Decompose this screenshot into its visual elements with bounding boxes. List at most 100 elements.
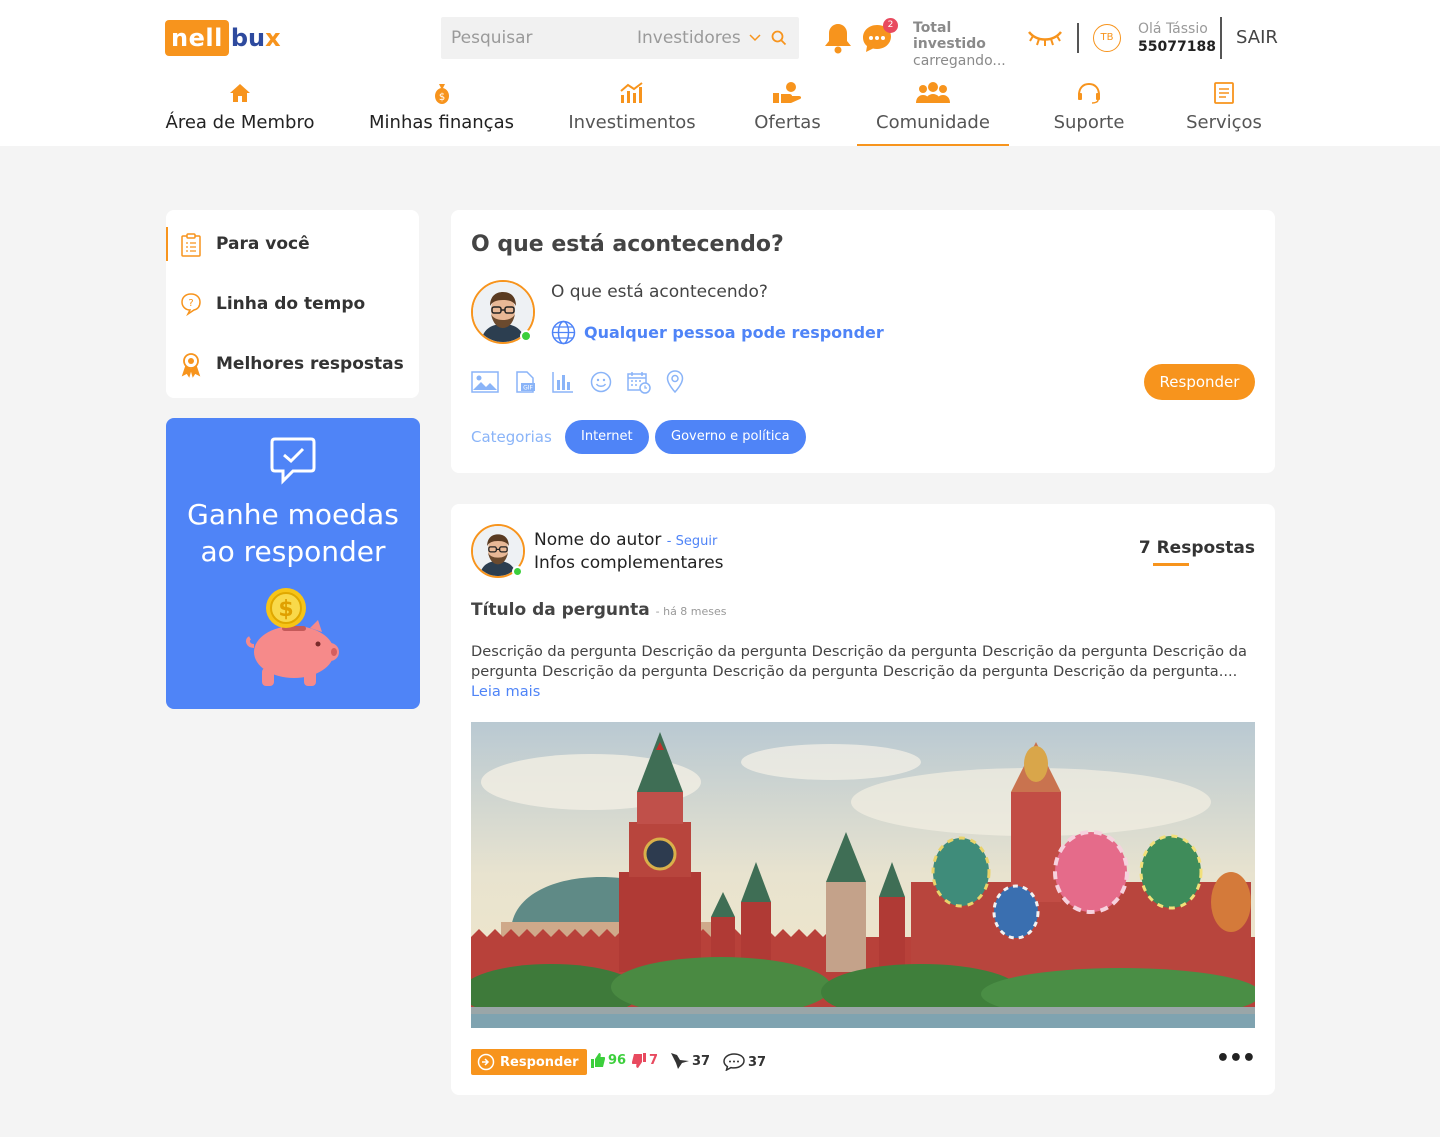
svg-text:$: $	[278, 597, 293, 622]
user-greeting: Olá Tássio	[1138, 21, 1208, 37]
share-button[interactable]: 37	[671, 1053, 710, 1069]
nav-item-minhas-financas[interactable]: $ Minhas finanças	[364, 78, 519, 146]
hide-balance-icon[interactable]	[1027, 28, 1063, 52]
question-title[interactable]: Título da pergunta	[471, 600, 650, 620]
sidebar-item-para-voce[interactable]: Para você	[166, 227, 419, 261]
messages-button[interactable]: 2	[861, 18, 898, 58]
answers-count[interactable]: 7 Respostas	[1139, 538, 1255, 558]
nellbux-logo[interactable]: nell bu x	[165, 20, 281, 56]
thumbs-down-icon	[632, 1053, 646, 1068]
post-image[interactable]	[471, 722, 1255, 1028]
shares-count: 37	[692, 1053, 711, 1069]
read-more-link[interactable]: Leia mais	[471, 683, 540, 700]
comments-count: 37	[748, 1054, 767, 1070]
question-time: - há 8 meses	[655, 605, 727, 618]
thumbs-up-icon	[591, 1053, 605, 1068]
emoji-icon[interactable]	[590, 371, 612, 393]
sidebar-item-melhores-respostas[interactable]: Melhores respostas	[166, 347, 419, 381]
nav-item-area-de-membro[interactable]: Área de Membro	[165, 78, 315, 146]
promo-card[interactable]: Ganhe moedas ao responder $	[166, 418, 420, 709]
image-icon[interactable]	[471, 370, 499, 394]
invested-title: Total investido	[913, 20, 986, 52]
home-icon	[230, 84, 250, 102]
top-header: nell bu x Investidores 2 Total investido…	[0, 0, 1440, 146]
invested-summary: Total investido carregando...	[913, 20, 1023, 69]
logout-button[interactable]: SAIR	[1236, 27, 1278, 48]
answer-button[interactable]: Responder	[471, 1049, 587, 1075]
main-nav: Área de Membro $ Minhas finanças Investi…	[165, 78, 1275, 146]
piggy-bank-coin-icon: $	[245, 588, 339, 686]
reply-scope-label: Qualquer pessoa pode responder	[584, 323, 884, 342]
answers-underline	[1153, 563, 1189, 566]
nav-item-investimentos[interactable]: Investimentos	[565, 78, 699, 146]
chart-growth-icon	[620, 82, 643, 103]
search-icon[interactable]	[771, 30, 787, 46]
sidebar-item-linha-do-tempo[interactable]: ? Linha do tempo	[166, 287, 419, 321]
community-icon	[916, 82, 950, 103]
bell-icon[interactable]	[823, 22, 853, 58]
user-id: 55077188	[1138, 39, 1216, 55]
nav-item-ofertas[interactable]: Ofertas	[745, 78, 830, 146]
location-icon[interactable]	[666, 370, 684, 394]
nav-item-label: Investimentos	[568, 112, 696, 133]
header-divider	[1077, 23, 1079, 53]
author-info: Infos complementares	[534, 553, 724, 573]
nav-item-suporte[interactable]: Suporte	[1047, 78, 1131, 146]
logo-text: bu	[230, 24, 266, 52]
nav-item-servicos[interactable]: Serviços	[1181, 78, 1267, 146]
chat-check-icon	[270, 437, 316, 485]
promo-title: Ganhe moedas ao responder	[166, 496, 420, 570]
dislike-button[interactable]: 7	[632, 1053, 658, 1068]
gif-icon[interactable]: GIF	[514, 370, 536, 394]
author-line: Nome do autor - Seguir	[534, 530, 717, 550]
sidebar-item-label: Para você	[216, 234, 310, 254]
sidebar-item-label: Melhores respostas	[216, 354, 404, 374]
search-filter-label: Investidores	[637, 28, 741, 48]
nav-item-comunidade[interactable]: Comunidade	[857, 78, 1009, 146]
question-description: Descrição da pergunta Descrição da pergu…	[471, 642, 1255, 702]
sidebar-menu: Para você ? Linha do tempo Melhores resp…	[166, 210, 419, 398]
search-bar: Investidores	[441, 17, 799, 59]
nav-item-label: Suporte	[1053, 112, 1125, 133]
comments-button[interactable]: 37	[723, 1053, 766, 1071]
follow-link[interactable]: - Seguir	[667, 534, 718, 549]
poll-icon[interactable]	[551, 370, 575, 394]
reply-scope-selector[interactable]: Qualquer pessoa pode responder	[551, 320, 884, 345]
search-input[interactable]	[441, 28, 621, 48]
answer-button-label: Responder	[500, 1054, 579, 1070]
submit-reply-button[interactable]: Responder	[1144, 364, 1255, 400]
question-description-text: Descrição da pergunta Descrição da pergu…	[471, 643, 1247, 680]
categories-label: Categorias	[471, 428, 552, 446]
post-composer: O que está acontecendo? O que está acont…	[451, 210, 1275, 473]
logo-x: x	[265, 24, 281, 52]
svg-text:?: ?	[188, 298, 193, 309]
svg-text:$: $	[438, 92, 444, 103]
promo-line-2: ao responder	[200, 535, 386, 568]
user-avatar[interactable]: TB	[1093, 24, 1121, 52]
invested-value: carregando...	[913, 53, 1006, 69]
composer-title: O que está acontecendo?	[471, 232, 784, 257]
search-filter-dropdown[interactable]: Investidores	[637, 28, 761, 48]
promo-line-1: Ganhe moedas	[187, 498, 399, 531]
clipboard-icon	[181, 233, 201, 257]
schedule-icon[interactable]	[627, 370, 651, 394]
more-options-icon[interactable]: •••	[1216, 1048, 1256, 1070]
hand-coin-icon	[772, 82, 801, 103]
logo-mark: nell	[165, 20, 229, 56]
online-status-dot	[512, 566, 523, 577]
chevron-down-icon	[749, 34, 761, 42]
question-title-line: Título da pergunta - há 8 meses	[471, 600, 727, 620]
question-bubble-icon: ?	[181, 293, 201, 316]
like-button[interactable]: 96	[591, 1053, 626, 1068]
dislikes-count: 7	[649, 1053, 659, 1068]
category-chip-internet[interactable]: Internet	[565, 420, 649, 454]
messages-badge: 2	[883, 18, 898, 33]
author-name[interactable]: Nome do autor	[534, 530, 661, 550]
category-chip-governo[interactable]: Governo e política	[655, 420, 806, 454]
likes-count: 96	[608, 1053, 627, 1068]
nav-item-label: Comunidade	[876, 112, 990, 133]
post-actions: Responder 96 7 37 37 •••	[471, 1048, 1256, 1077]
nav-item-label: Minhas finanças	[369, 112, 514, 133]
composer-input[interactable]: O que está acontecendo?	[551, 282, 768, 302]
globe-icon	[551, 320, 576, 345]
